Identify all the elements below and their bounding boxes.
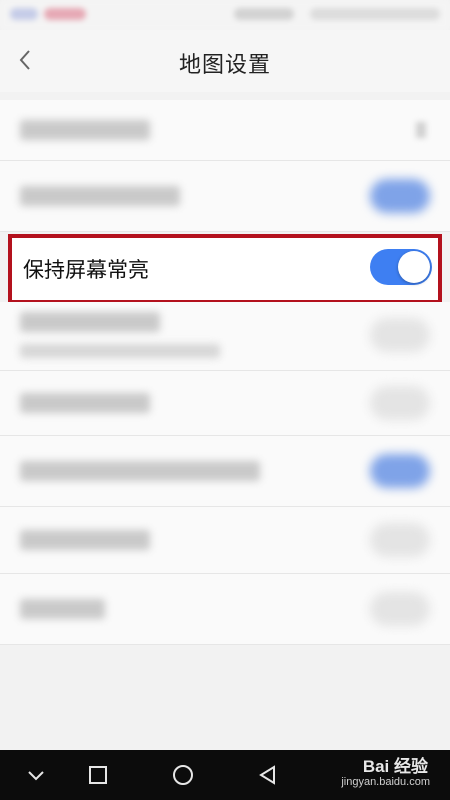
status-icon (234, 8, 294, 20)
toggle-switch[interactable] (370, 318, 430, 352)
status-icon (44, 8, 86, 20)
keep-screen-on-row[interactable]: 保持屏幕常亮 (8, 234, 442, 304)
header: 地图设置 (0, 30, 450, 92)
list-item[interactable] (0, 574, 450, 645)
toggle-knob (398, 251, 430, 283)
list-item[interactable] (0, 507, 450, 574)
toggle-switch[interactable] (370, 386, 430, 420)
list-item[interactable] (0, 161, 450, 232)
watermark-brand: Bai 经验 (362, 757, 428, 776)
toggle-switch[interactable] (370, 523, 430, 557)
list-item[interactable] (0, 302, 450, 371)
navigation-bar: Bai 经验 jingyan.baidu.com (0, 750, 450, 800)
status-icon (10, 8, 38, 20)
list-item[interactable] (0, 436, 450, 507)
keep-screen-on-label: 保持屏幕常亮 (23, 259, 149, 282)
square-icon[interactable] (86, 763, 110, 787)
watermark-url: jingyan.baidu.com (341, 776, 430, 788)
chevron-right-icon (416, 122, 426, 138)
toggle-switch[interactable] (370, 592, 430, 626)
list-item[interactable] (0, 100, 450, 161)
triangle-back-icon[interactable] (256, 763, 280, 787)
status-bar (0, 0, 450, 30)
list-item[interactable] (0, 371, 450, 436)
circle-icon[interactable] (171, 763, 195, 787)
toggle-switch[interactable] (370, 179, 430, 213)
chevron-down-icon[interactable] (24, 763, 48, 787)
page-title: 地图设置 (178, 52, 271, 77)
keep-screen-on-toggle[interactable] (370, 249, 432, 285)
status-icon (310, 8, 440, 20)
toggle-switch[interactable] (370, 454, 430, 488)
